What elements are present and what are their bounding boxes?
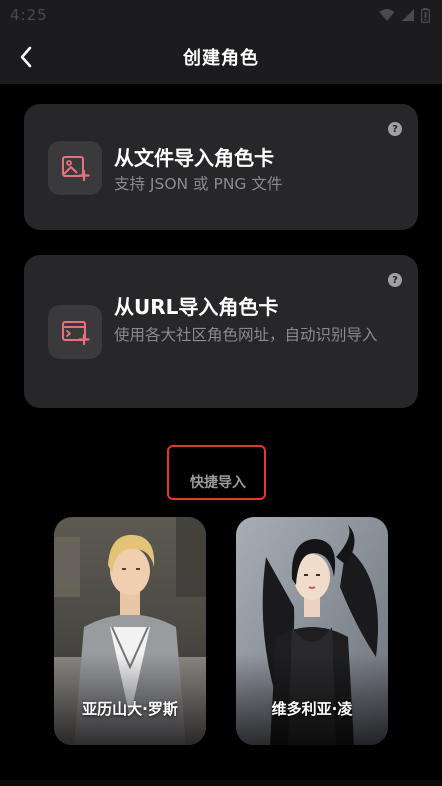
import-from-file-card[interactable]: 从文件导入角色卡 支持 JSON 或 PNG 文件 ? <box>24 104 418 230</box>
image-add-icon <box>48 141 102 195</box>
signal-icon <box>402 9 414 21</box>
import-file-description: 支持 JSON 或 PNG 文件 <box>114 175 283 193</box>
import-url-description: 使用各大社区角色网址，自动识别导入 <box>114 326 378 344</box>
quick-import-label: 快捷导入 <box>190 475 246 491</box>
status-bar: 4:25 <box>0 0 442 30</box>
character-card-victoria[interactable]: 维多利亚·凌 <box>236 517 388 745</box>
header: 创建角色 <box>0 30 442 84</box>
character-name: 亚历山大·罗斯 <box>82 700 178 718</box>
help-icon[interactable]: ? <box>388 122 402 136</box>
bottom-edge <box>0 780 442 786</box>
help-icon[interactable]: ? <box>388 273 402 287</box>
back-button[interactable] <box>10 41 42 73</box>
status-time: 4:25 <box>10 6 48 24</box>
battery-icon <box>421 7 430 23</box>
page-title: 创建角色 <box>183 48 259 69</box>
wifi-icon <box>379 9 395 21</box>
character-card-alexander[interactable]: 亚历山大·罗斯 <box>54 517 206 745</box>
browser-add-icon <box>48 305 102 359</box>
status-icons <box>379 7 430 23</box>
chevron-left-icon <box>20 46 32 68</box>
create-character-screen: 4:25 创建角色 从文件导入角色卡 支持 JSON 或 PNG 文件 ? 从U… <box>0 0 442 786</box>
import-file-title: 从文件导入角色卡 <box>114 146 274 170</box>
import-url-title: 从URL导入角色卡 <box>114 295 279 319</box>
character-name: 维多利亚·凌 <box>271 700 353 718</box>
import-from-url-card[interactable]: 从URL导入角色卡 使用各大社区角色网址，自动识别导入 ? <box>24 255 418 408</box>
